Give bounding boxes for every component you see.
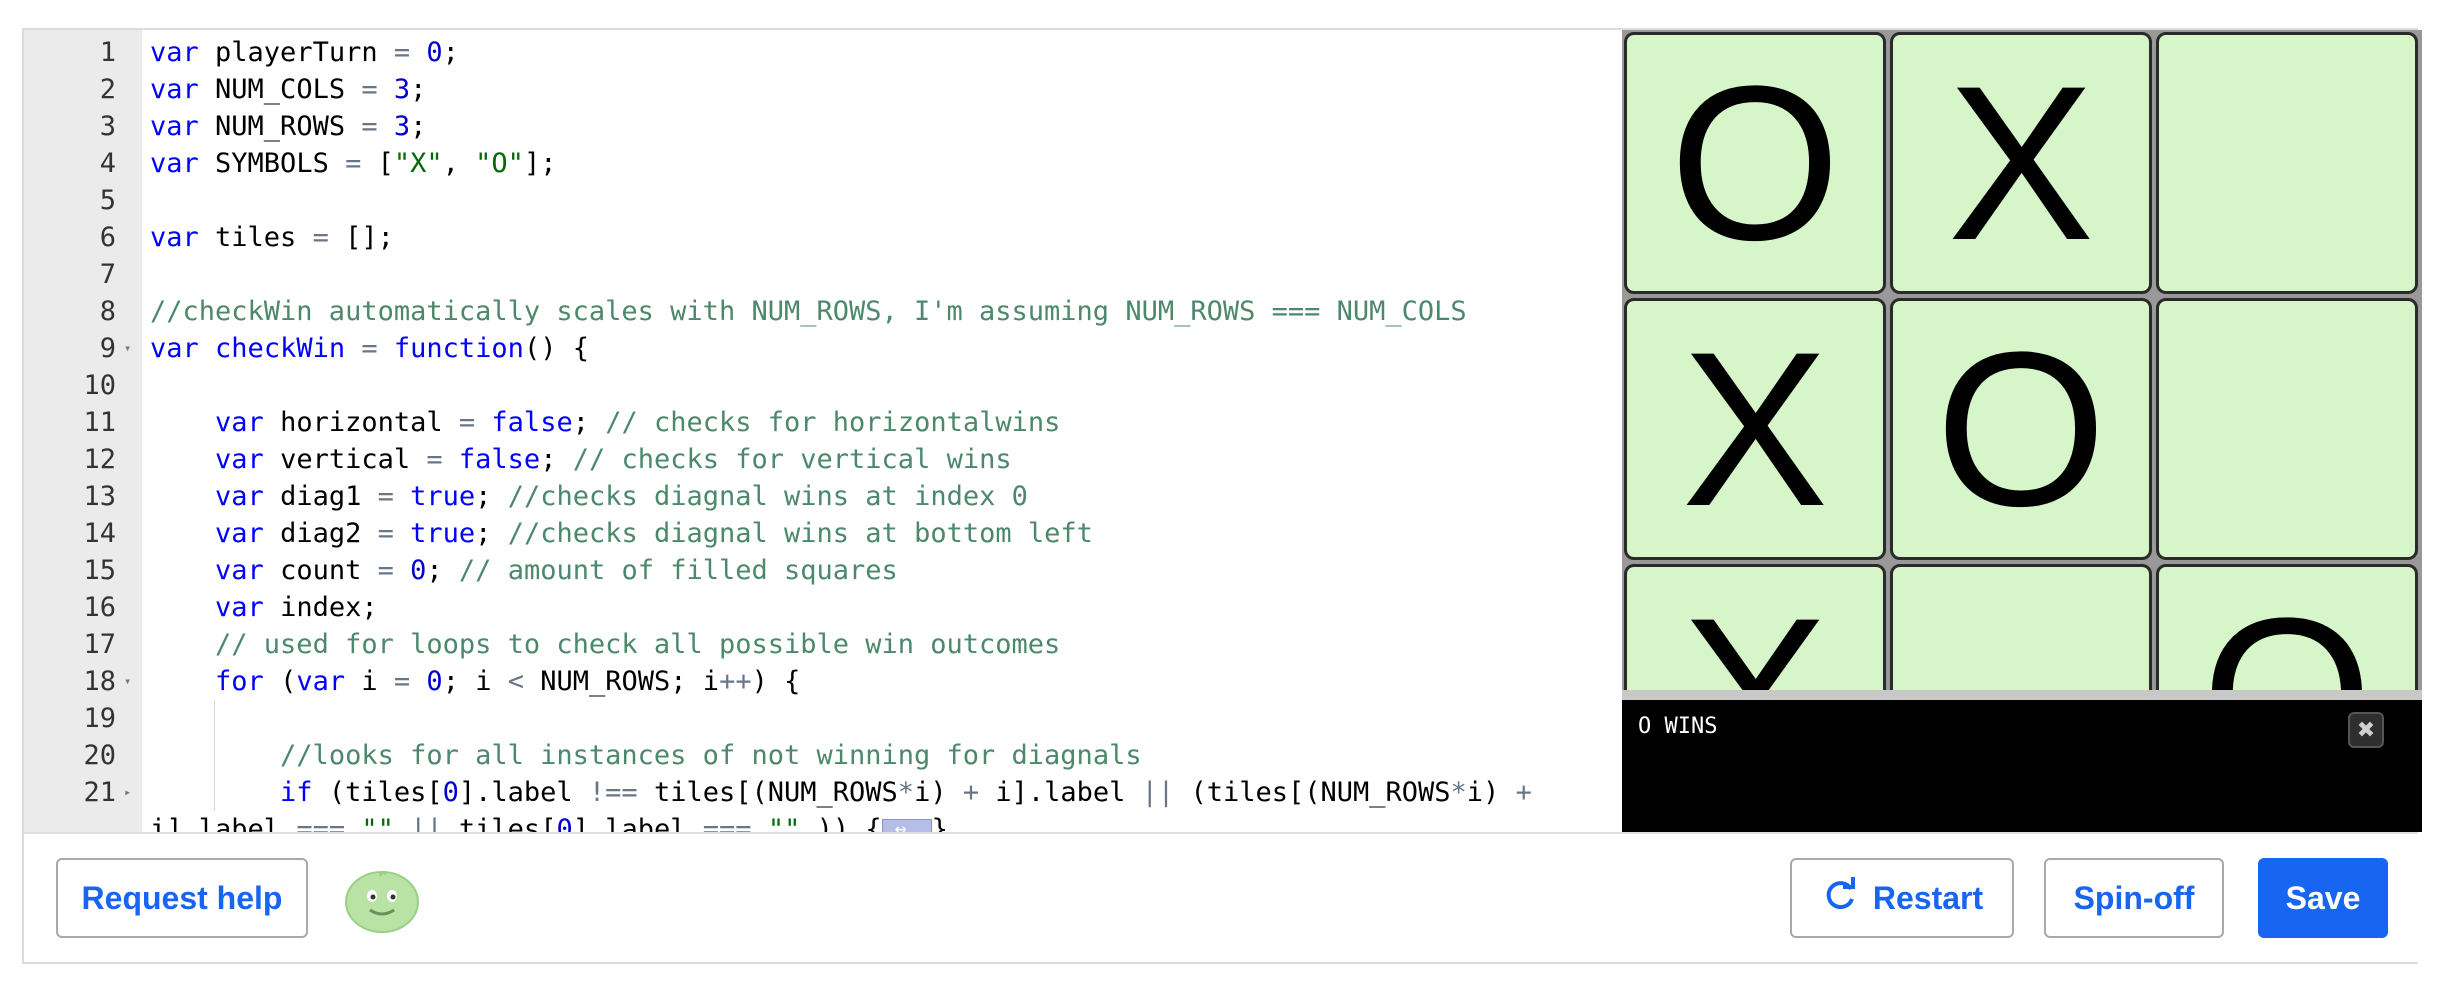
code-line[interactable]: 1 var playerTurn = 0; bbox=[24, 34, 1622, 71]
line-number: 4 bbox=[99, 148, 116, 179]
line-number: 18 bbox=[83, 666, 116, 697]
code-text[interactable]: i].label === "" || tiles[0].label === ""… bbox=[150, 810, 948, 832]
code-text[interactable]: var count = 0; // amount of filled squar… bbox=[150, 552, 898, 589]
avatar bbox=[345, 870, 419, 933]
line-number: 17 bbox=[83, 629, 116, 660]
code-line[interactable]: 2 var NUM_COLS = 3; bbox=[24, 71, 1622, 108]
request-help-label: Request help bbox=[81, 879, 283, 916]
fold-toggle-icon[interactable]: ▸ bbox=[124, 774, 131, 811]
code-text[interactable]: if (tiles[0].label !== tiles[(NUM_ROWS*i… bbox=[150, 774, 1532, 811]
restart-button[interactable]: Restart bbox=[1790, 858, 2014, 938]
code-text[interactable]: var NUM_ROWS = 3; bbox=[150, 108, 426, 145]
program-canvas[interactable]: OXXOXO bbox=[1622, 30, 2422, 690]
code-text[interactable]: //looks for all instances of not winning… bbox=[150, 737, 1142, 774]
bottom-toolbar: Request help Restart Spin-off Save bbox=[24, 832, 2418, 962]
code-line[interactable]: 16 var index; bbox=[24, 589, 1622, 626]
restart-icon bbox=[1821, 875, 1859, 921]
code-line[interactable]: 20 //looks for all instances of not winn… bbox=[24, 737, 1622, 774]
line-number: 1 bbox=[99, 37, 116, 68]
fold-toggle-icon[interactable]: ▾ bbox=[124, 663, 131, 700]
board-tile[interactable] bbox=[2156, 298, 2418, 560]
request-help-button[interactable]: Request help bbox=[56, 858, 308, 938]
save-label: Save bbox=[2285, 879, 2361, 916]
code-line[interactable]: 12 var vertical = false; // checks for v… bbox=[24, 441, 1622, 478]
code-text[interactable]: var NUM_COLS = 3; bbox=[150, 71, 426, 108]
line-number: 13 bbox=[83, 481, 116, 512]
code-editor[interactable]: 1 var playerTurn = 0; 2 var NUM_COLS = 3; 3 v… bbox=[24, 30, 1622, 832]
line-number: 6 bbox=[99, 222, 116, 253]
canvas-console-divider bbox=[1622, 690, 2422, 700]
code-text[interactable]: for (var i = 0; i < NUM_ROWS; i++) { bbox=[150, 663, 800, 700]
close-icon[interactable]: ✖ bbox=[2348, 712, 2384, 748]
code-line[interactable]: i].label === "" || tiles[0].label === ""… bbox=[24, 810, 1622, 832]
code-line[interactable]: 18 ▾ for (var i = 0; i < NUM_ROWS; i++) { bbox=[24, 663, 1622, 700]
line-number: 15 bbox=[83, 555, 116, 586]
line-number: 16 bbox=[83, 592, 116, 623]
code-text[interactable]: var checkWin = function() { bbox=[150, 330, 589, 367]
board-tile[interactable]: O bbox=[1890, 298, 2152, 560]
line-number: 2 bbox=[99, 74, 116, 105]
code-text[interactable]: //checkWin automatically scales with NUM… bbox=[150, 293, 1467, 330]
code-text[interactable]: var index; bbox=[150, 589, 378, 626]
code-line[interactable]: 5 bbox=[24, 182, 1622, 219]
board-tile[interactable] bbox=[1890, 564, 2152, 690]
code-text[interactable]: var playerTurn = 0; bbox=[150, 34, 459, 71]
line-number: 3 bbox=[99, 111, 116, 142]
code-line[interactable]: 3 var NUM_ROWS = 3; bbox=[24, 108, 1622, 145]
console-message: O WINS bbox=[1638, 714, 1718, 739]
board-tile[interactable]: O bbox=[1624, 32, 1886, 294]
line-number: 19 bbox=[83, 703, 116, 734]
code-text[interactable]: // used for loops to check all possible … bbox=[150, 626, 1060, 663]
indent-guide bbox=[214, 700, 215, 737]
line-number: 11 bbox=[83, 407, 116, 438]
board-tile[interactable]: X bbox=[1624, 298, 1886, 560]
line-number: 21 bbox=[83, 777, 116, 808]
line-number: 7 bbox=[99, 259, 116, 290]
line-number: 14 bbox=[83, 518, 116, 549]
code-lines[interactable]: 1 var playerTurn = 0; 2 var NUM_COLS = 3; 3 v… bbox=[24, 34, 1622, 832]
code-line[interactable]: 13 var diag1 = true; //checks diagnal wi… bbox=[24, 478, 1622, 515]
fold-toggle-icon[interactable]: ▾ bbox=[124, 330, 131, 367]
code-line[interactable]: 8 //checkWin automatically scales with NU… bbox=[24, 293, 1622, 330]
code-line[interactable]: 21 ▸ if (tiles[0].label !== tiles[(NUM_RO… bbox=[24, 774, 1622, 811]
line-number: 9 bbox=[99, 333, 116, 364]
code-text[interactable]: var tiles = []; bbox=[150, 219, 394, 256]
line-number: 10 bbox=[83, 370, 116, 401]
board-tile[interactable]: X bbox=[1890, 32, 2152, 294]
line-number: 5 bbox=[99, 185, 116, 216]
code-line[interactable]: 10 bbox=[24, 367, 1622, 404]
save-button[interactable]: Save bbox=[2258, 858, 2388, 938]
code-line[interactable]: 14 var diag2 = true; //checks diagnal wi… bbox=[24, 515, 1622, 552]
code-text[interactable]: var diag2 = true; //checks diagnal wins … bbox=[150, 515, 1093, 552]
code-line[interactable]: 15 var count = 0; // amount of filled sq… bbox=[24, 552, 1622, 589]
line-number: 12 bbox=[83, 444, 116, 475]
board-tile[interactable] bbox=[2156, 32, 2418, 294]
console-panel: O WINS ✖ bbox=[1622, 700, 2422, 832]
code-text[interactable]: var SYMBOLS = ["X", "O"]; bbox=[150, 145, 556, 182]
restart-label: Restart bbox=[1872, 879, 1984, 916]
board-tile[interactable]: O bbox=[2156, 564, 2418, 690]
code-line[interactable]: 6 var tiles = []; bbox=[24, 219, 1622, 256]
code-line[interactable]: 11 var horizontal = false; // checks for… bbox=[24, 404, 1622, 441]
spin-off-button[interactable]: Spin-off bbox=[2044, 858, 2224, 938]
board-tile[interactable]: X bbox=[1624, 564, 1886, 690]
line-number: 8 bbox=[99, 296, 116, 327]
code-line[interactable]: 17 // used for loops to check all possib… bbox=[24, 626, 1622, 663]
code-text[interactable]: var vertical = false; // checks for vert… bbox=[150, 441, 1012, 478]
code-line[interactable]: 4 var SYMBOLS = ["X", "O"]; bbox=[24, 145, 1622, 182]
code-text[interactable]: var horizontal = false; // checks for ho… bbox=[150, 404, 1060, 441]
line-number: 20 bbox=[83, 740, 116, 771]
spin-off-label: Spin-off bbox=[2073, 879, 2195, 916]
code-line[interactable]: 7 bbox=[24, 256, 1622, 293]
code-line[interactable]: 19 bbox=[24, 700, 1622, 737]
code-line[interactable]: 9 ▾ var checkWin = function() { bbox=[24, 330, 1622, 367]
code-text[interactable]: var diag1 = true; //checks diagnal wins … bbox=[150, 478, 1028, 515]
